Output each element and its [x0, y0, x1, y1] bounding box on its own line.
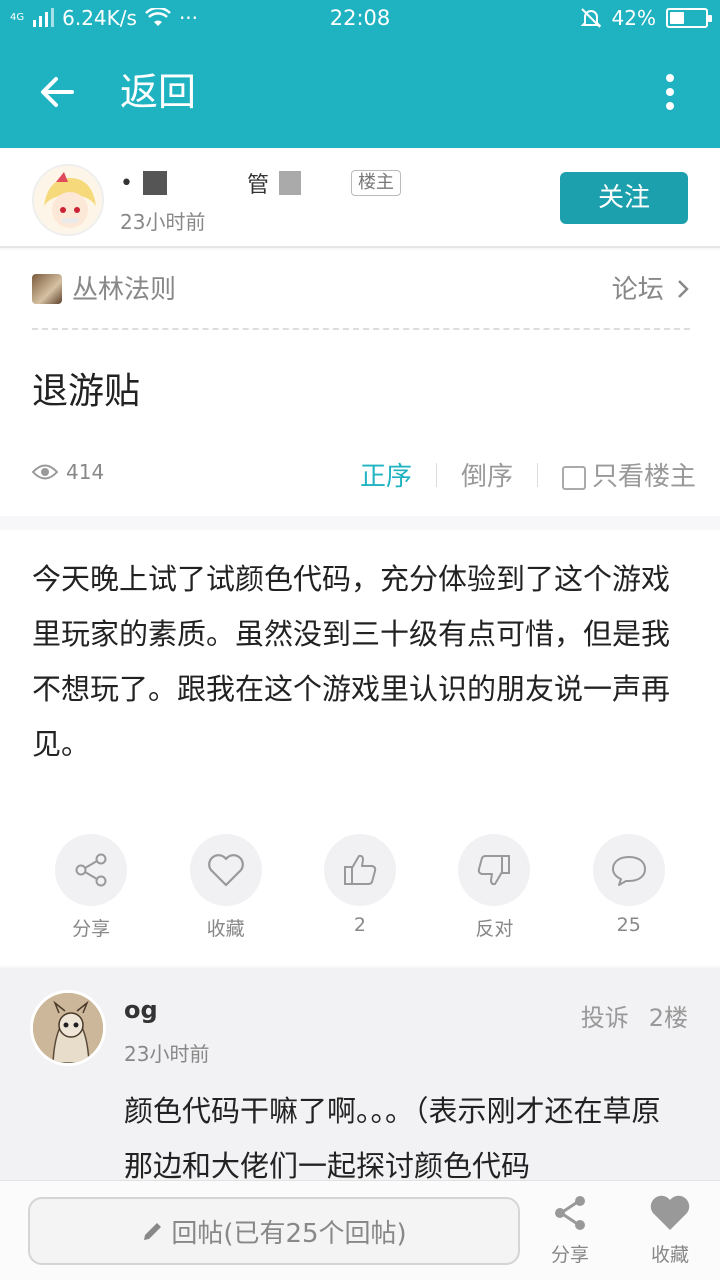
sort-descending-tab[interactable]: 倒序 — [461, 456, 513, 493]
view-count-value: 414 — [66, 460, 105, 484]
favorite-action[interactable]: 收藏 — [171, 834, 281, 944]
sort-controls: 正序 倒序 只看楼主 — [360, 456, 696, 493]
post-title: 退游贴 — [32, 371, 141, 412]
chevron-right-icon — [678, 280, 689, 298]
checkbox-icon — [561, 465, 586, 490]
reply-item: og 23小时前 投诉 2楼 颜色代码干嘛了啊。。。（表示刚才还在草原那边和大佬们… — [0, 968, 720, 1183]
battery-percent: 42% — [611, 6, 656, 30]
post-content: 今天晚上试了试颜色代码，充分体验到了这个游戏里玩家的素质。虽然没到三十级有点可惜… — [32, 562, 671, 761]
owner-badge: 楼主 — [351, 170, 401, 196]
sort-ascending-tab[interactable]: 正序 — [360, 456, 412, 493]
reply-input-placeholder: 回帖(已有25个回帖) — [171, 1218, 407, 1249]
reply-meta: 投诉 2楼 — [581, 998, 688, 1033]
avatar-image — [33, 993, 103, 1063]
follow-button[interactable]: 关注 — [560, 172, 688, 224]
post-body: 今天晚上试了试颜色代码，充分体验到了这个游戏里玩家的素质。虽然没到三十级有点可惜… — [0, 530, 720, 966]
floor-number: 2楼 — [648, 1004, 688, 1032]
eye-icon — [32, 464, 58, 480]
heart-icon — [650, 1195, 690, 1230]
comment-count: 25 — [616, 914, 641, 936]
author-row: • 管 楼主 23小时前 关注 — [0, 148, 720, 248]
comment-action[interactable]: 25 — [574, 834, 684, 944]
author-name[interactable]: • 管 楼主 — [120, 168, 401, 198]
heart-icon — [207, 854, 244, 887]
bottom-bar: 回帖(已有25个回帖) 分享 收藏 — [0, 1180, 720, 1280]
status-bar: 4G 6.24K/s ··· 22:08 42% — [0, 0, 720, 40]
post-actions: 分享 收藏 2 反对 25 — [0, 834, 720, 944]
forum-row[interactable]: 丛林法则 论坛 — [32, 270, 690, 310]
bell-muted-icon — [580, 8, 601, 28]
like-count: 2 — [353, 914, 367, 936]
redacted-block — [142, 171, 167, 195]
divider — [32, 328, 690, 330]
dislike-action[interactable]: 反对 — [439, 834, 549, 944]
back-arrow-icon[interactable] — [34, 68, 82, 116]
owner-only-toggle[interactable]: 只看楼主 — [561, 456, 696, 493]
reply-content: 颜色代码干嘛了啊。。。（表示刚才还在草原那边和大佬们一起探讨颜色代码 — [124, 1094, 661, 1183]
share-label: 分享 — [72, 918, 111, 940]
author-post-time: 23小时前 — [120, 210, 206, 234]
divider — [536, 462, 538, 487]
reply-time: 23小时前 — [124, 1042, 210, 1066]
share-icon — [75, 853, 107, 887]
bottom-favorite-button[interactable]: 收藏 — [630, 1193, 710, 1267]
post-header: 丛林法则 论坛 退游贴 414 正序 倒序 只看楼主 — [0, 250, 720, 516]
report-button[interactable]: 投诉 — [581, 1004, 629, 1032]
dislike-label: 反对 — [475, 918, 514, 940]
redacted-block — [279, 171, 301, 195]
author-name-fragment: 管 — [246, 173, 269, 198]
reply-author-name[interactable]: og — [124, 996, 158, 1024]
battery-icon — [666, 8, 712, 28]
share-action[interactable]: 分享 — [36, 834, 146, 944]
author-name-fragment: • — [120, 170, 133, 196]
bottom-favorite-label: 收藏 — [650, 1244, 689, 1266]
thumbs-down-icon — [478, 855, 511, 886]
forum-link[interactable]: 论坛 — [612, 270, 690, 310]
forum-link-label: 论坛 — [611, 275, 664, 305]
avatar-image — [34, 166, 102, 234]
owner-only-label: 只看楼主 — [591, 462, 696, 492]
reply-avatar[interactable] — [30, 990, 106, 1066]
forum-game-icon — [32, 274, 62, 304]
app-header: 4G 6.24K/s ··· 22:08 42% 返回 — [0, 0, 720, 148]
battery-level — [670, 12, 685, 24]
pencil-icon — [144, 1223, 162, 1240]
thumbs-up-icon — [343, 854, 377, 885]
view-count: 414 — [32, 460, 104, 484]
bottom-share-button[interactable]: 分享 — [530, 1193, 610, 1267]
favorite-label: 收藏 — [206, 918, 245, 940]
author-avatar[interactable] — [32, 164, 104, 236]
divider — [435, 462, 437, 487]
share-icon — [555, 1196, 585, 1230]
reply-input[interactable]: 回帖(已有25个回帖) — [28, 1197, 520, 1265]
comment-icon — [611, 856, 646, 886]
more-vert-icon[interactable] — [660, 72, 680, 112]
back-title[interactable]: 返回 — [120, 68, 196, 116]
forum-name: 丛林法则 — [72, 275, 177, 305]
bottom-share-label: 分享 — [550, 1244, 589, 1266]
like-action[interactable]: 2 — [305, 834, 415, 944]
